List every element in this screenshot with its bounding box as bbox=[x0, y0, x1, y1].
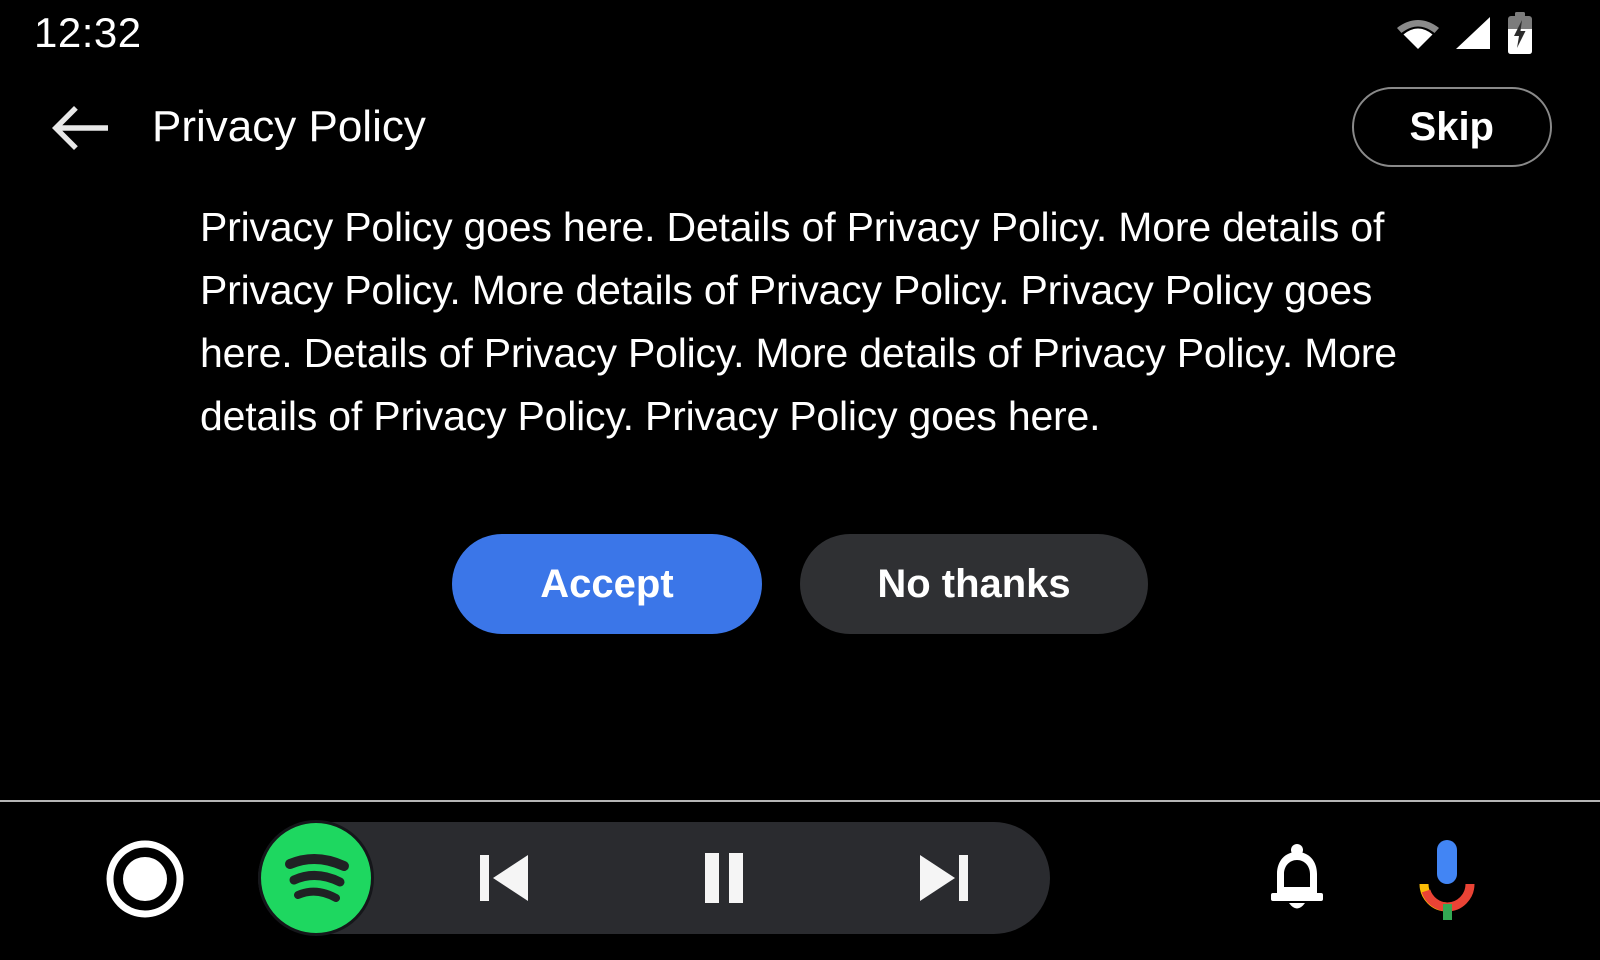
skip-button[interactable]: Skip bbox=[1351, 87, 1552, 167]
main-content: Privacy Policy goes here. Details of Pri… bbox=[0, 196, 1600, 802]
wifi-icon bbox=[1397, 20, 1439, 49]
previous-track-button[interactable] bbox=[460, 831, 554, 925]
accept-button[interactable]: Accept bbox=[452, 534, 762, 634]
no-thanks-button[interactable]: No thanks bbox=[800, 534, 1148, 634]
battery-charging-icon bbox=[1508, 12, 1532, 54]
home-circle-icon bbox=[106, 840, 184, 918]
back-button[interactable] bbox=[48, 95, 112, 159]
status-icons bbox=[1396, 12, 1534, 54]
back-arrow-icon bbox=[52, 106, 108, 150]
home-button[interactable] bbox=[104, 838, 186, 920]
bottom-nav-bar bbox=[0, 802, 1600, 960]
cellular-signal-icon bbox=[1456, 17, 1490, 49]
next-track-button[interactable] bbox=[894, 831, 988, 925]
notifications-button[interactable] bbox=[1258, 838, 1336, 920]
skip-next-icon bbox=[920, 855, 969, 901]
media-transport-controls bbox=[398, 822, 1050, 934]
play-pause-button[interactable] bbox=[677, 831, 771, 925]
page-title: Privacy Policy bbox=[152, 102, 426, 151]
pause-icon bbox=[704, 853, 743, 903]
skip-previous-icon bbox=[479, 855, 528, 901]
action-button-row: Accept No thanks bbox=[452, 534, 1148, 634]
google-assistant-button[interactable] bbox=[1408, 834, 1486, 924]
status-bar: 12:32 bbox=[0, 0, 1600, 66]
bell-icon bbox=[1271, 844, 1323, 909]
google-assistant-mic-icon bbox=[1419, 840, 1475, 920]
privacy-policy-text: Privacy Policy goes here. Details of Pri… bbox=[200, 204, 1397, 439]
media-control-pill bbox=[258, 820, 1050, 936]
status-clock: 12:32 bbox=[34, 9, 142, 56]
app-header: Privacy Policy Skip bbox=[0, 66, 1600, 188]
spotify-app-button[interactable] bbox=[258, 820, 374, 936]
spotify-icon bbox=[285, 854, 349, 902]
